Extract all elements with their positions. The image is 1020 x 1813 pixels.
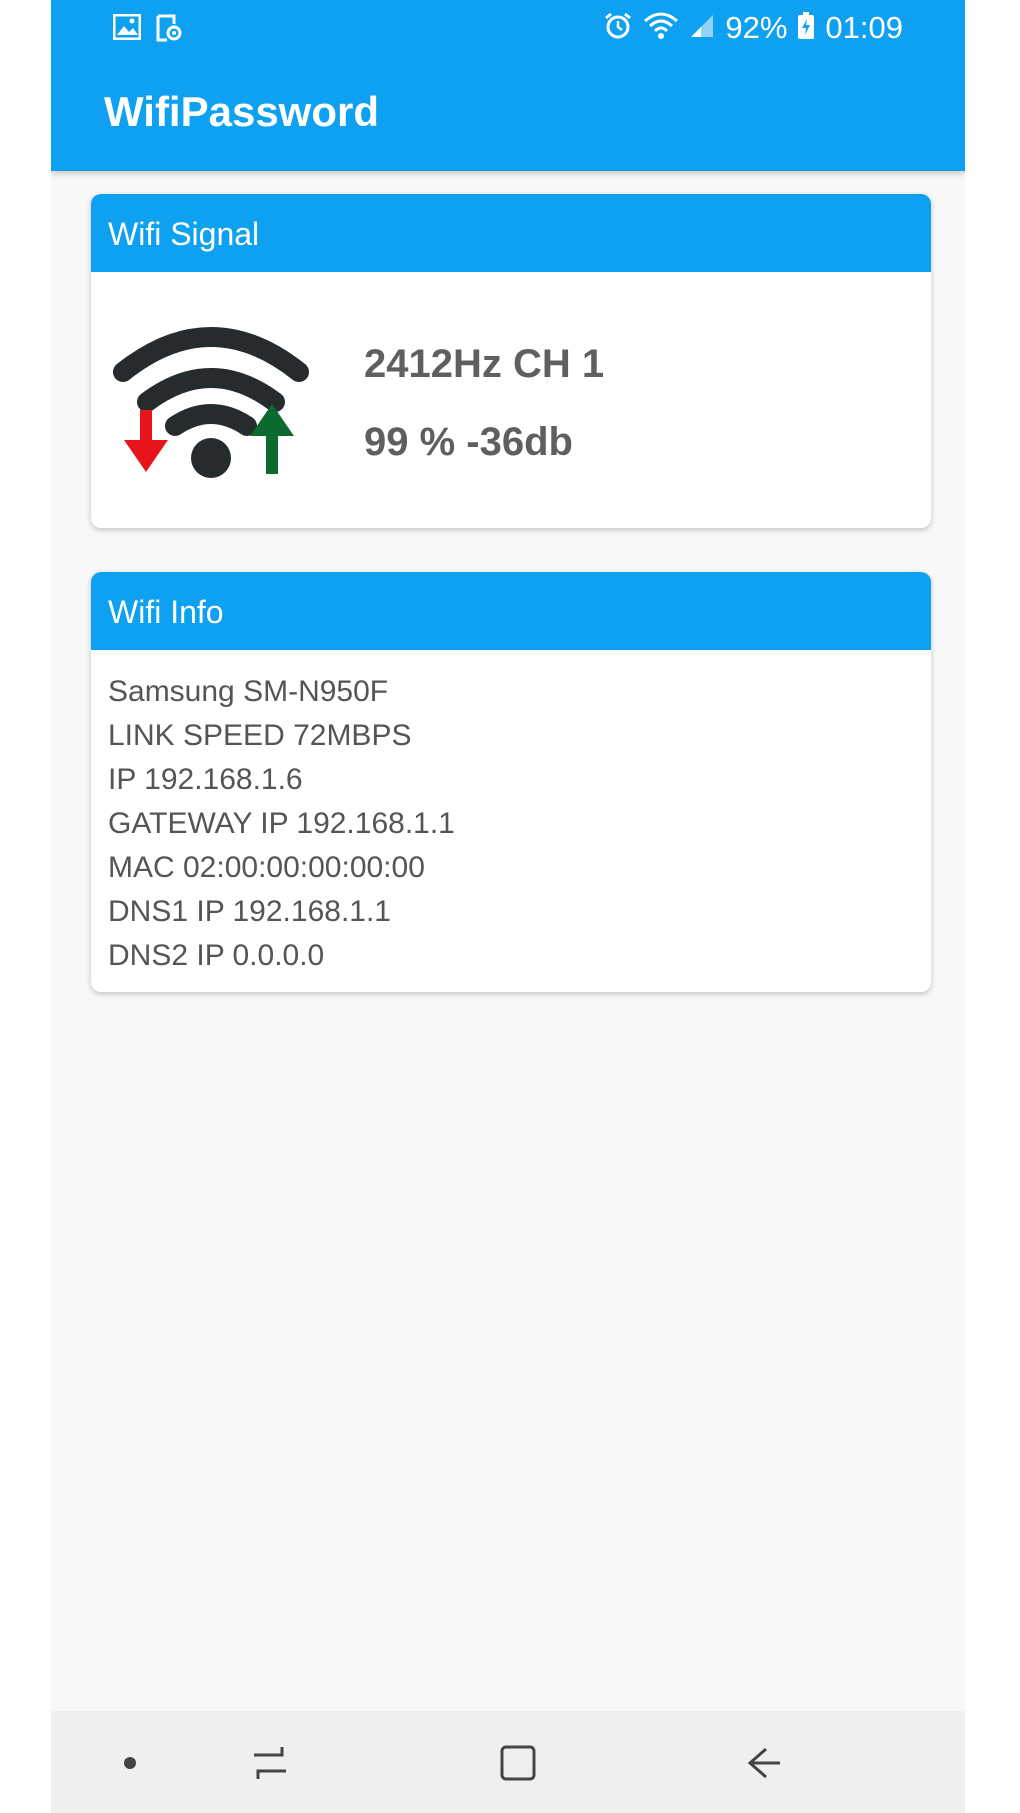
wifi-signal-body: 2412Hz CH 1 99 % -36db xyxy=(91,272,931,528)
info-gateway: GATEWAY IP 192.168.1.1 xyxy=(108,807,455,840)
wifi-info-header: Wifi Info xyxy=(91,572,931,650)
image-icon xyxy=(112,13,142,47)
screen-record-icon xyxy=(155,14,183,47)
cell-signal-icon xyxy=(689,13,715,44)
info-mac: MAC 02:00:00:00:00:00 xyxy=(108,851,425,884)
wifi-status-icon xyxy=(643,11,679,46)
status-bar: 92% 01:09 xyxy=(51,0,965,58)
battery-percent: 92% xyxy=(725,10,788,45)
info-ip: IP 192.168.1.6 xyxy=(108,763,303,796)
app-bar: 92% 01:09 WifiPassword xyxy=(51,0,965,171)
wifi-signal-icon xyxy=(111,310,321,485)
download-arrow-icon xyxy=(124,410,168,472)
signal-strength: 99 % -36db xyxy=(364,420,573,464)
info-device: Samsung SM-N950F xyxy=(108,675,389,708)
clock: 01:09 xyxy=(825,10,903,45)
upload-arrow-icon xyxy=(250,404,294,474)
battery-charging-icon xyxy=(797,11,815,45)
info-link-speed: LINK SPEED 72MBPS xyxy=(108,719,412,752)
navigation-bar xyxy=(51,1711,965,1813)
app-title: WifiPassword xyxy=(104,88,380,135)
wifi-info-card: Wifi Info Samsung SM-N950F LINK SPEED 72… xyxy=(91,572,931,992)
recent-apps-icon[interactable] xyxy=(244,1737,296,1789)
back-icon[interactable] xyxy=(738,1737,790,1789)
info-dns2: DNS2 IP 0.0.0.0 xyxy=(108,939,325,972)
alarm-icon xyxy=(603,11,633,46)
info-dns1: DNS1 IP 192.168.1.1 xyxy=(108,895,391,928)
dot-icon[interactable] xyxy=(104,1737,156,1789)
wifi-signal-card: Wifi Signal 2412Hz CH 1 99 % -36db xyxy=(91,194,931,528)
home-icon[interactable] xyxy=(492,1737,544,1789)
phone-screen: 92% 01:09 WifiPassword Wifi Signal 2412H… xyxy=(51,0,965,1813)
signal-frequency: 2412Hz CH 1 xyxy=(364,342,605,386)
wifi-signal-header: Wifi Signal xyxy=(91,194,931,272)
wifi-info-body: Samsung SM-N950F LINK SPEED 72MBPS IP 19… xyxy=(91,650,931,978)
